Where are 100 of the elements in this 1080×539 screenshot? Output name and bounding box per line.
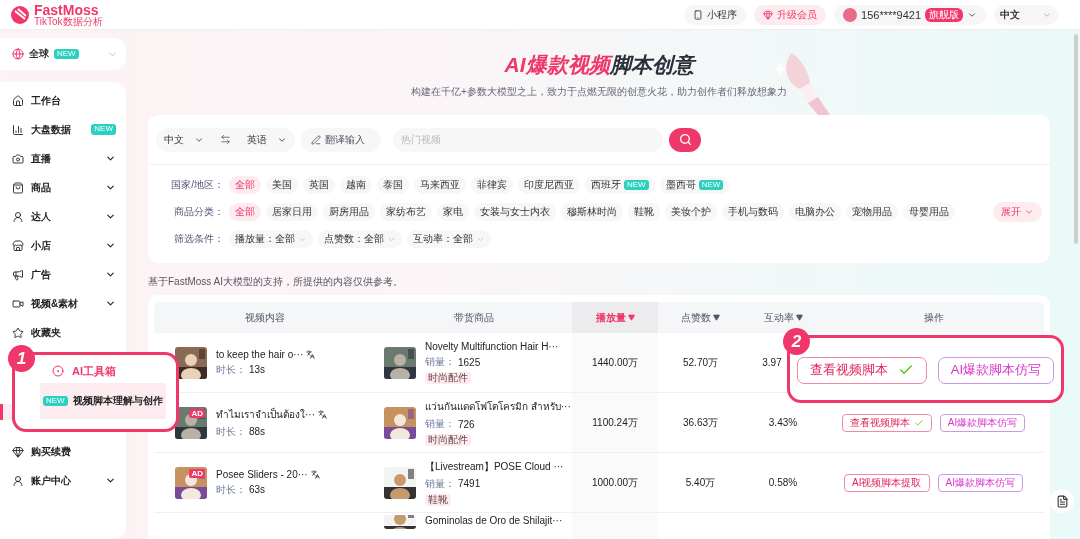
- video-icon: [12, 297, 24, 310]
- filter-chip[interactable]: 穆斯林时尚: [561, 203, 623, 221]
- filter-label: 筛选条件：: [173, 232, 224, 246]
- sidebar-item-label: 小店: [31, 238, 51, 253]
- search-button[interactable]: [669, 127, 701, 152]
- sidebar-item[interactable]: 直播: [0, 144, 126, 173]
- filter-chip[interactable]: 西班牙 NEW: [585, 176, 655, 194]
- filter-chip[interactable]: 手机与数码: [722, 203, 784, 221]
- camera-icon: [12, 152, 24, 165]
- sales: 1625: [458, 356, 481, 368]
- document-icon: [1055, 494, 1069, 508]
- column-header[interactable]: 点赞数: [658, 302, 743, 333]
- person-icon: [12, 474, 24, 487]
- filter-chip[interactable]: 马来西亚: [414, 176, 466, 194]
- logo-tagline: TikTok数据分析: [34, 16, 103, 27]
- logo-name: FastMoss: [34, 2, 99, 17]
- product-title[interactable]: 【Livestream】POSE Cloud ···: [425, 459, 564, 474]
- translate-input-button[interactable]: 翻译输入: [301, 127, 381, 152]
- filter-chip[interactable]: 鞋靴: [628, 203, 660, 221]
- filter-chip[interactable]: 居家日用: [266, 203, 318, 221]
- filter-chip[interactable]: 美国: [266, 176, 298, 194]
- ad-badge: AD: [189, 468, 205, 478]
- sidebar-item-label: 工作台: [31, 93, 61, 108]
- source-language-select[interactable]: 中文: [164, 132, 204, 147]
- product-title[interactable]: แว่นกันแดดโฟโตโครมิก สำหรับ···: [425, 399, 571, 414]
- filter-chip[interactable]: 泰国: [377, 176, 409, 194]
- filter-dropdown[interactable]: 互动率：全部: [407, 230, 491, 248]
- column-header: 操作: [922, 310, 945, 325]
- engagement-rate: 0.58%: [768, 477, 798, 488]
- filter-chip[interactable]: 美妆个护: [665, 203, 717, 221]
- user-menu[interactable]: 156****9421 旗舰版: [834, 4, 986, 25]
- duration: 88s: [249, 426, 266, 437]
- filter-chip[interactable]: 女装与女士内衣: [474, 203, 556, 221]
- product-title[interactable]: Novelty Multifunction Hair H···: [425, 341, 559, 352]
- video-script-button[interactable]: 查看视频脚本: [841, 413, 932, 432]
- filter-label: 国家/地区：: [170, 178, 224, 192]
- filter-chip[interactable]: 家电: [437, 203, 469, 221]
- sidebar-item[interactable]: 工作台: [0, 86, 126, 115]
- video-title[interactable]: ทำไมเราจำเป็นต้องใ···: [216, 406, 315, 422]
- swap-icon[interactable]: [220, 134, 231, 145]
- region-label: 全球: [29, 47, 49, 61]
- sidebar-item-label: 收藏夹: [31, 325, 61, 340]
- imitate-script-button[interactable]: AI爆款脚本仿写: [937, 473, 1023, 492]
- sidebar-item[interactable]: 小店: [0, 231, 126, 260]
- scrollbar[interactable]: [1074, 34, 1078, 244]
- filter-chip[interactable]: 墨西哥 NEW: [659, 176, 730, 194]
- imitate-script-button[interactable]: AI爆款脚本仿写: [939, 413, 1026, 432]
- translate-icon[interactable]: [306, 349, 316, 359]
- sidebar-item[interactable]: 广告: [0, 260, 126, 289]
- filter-dropdown[interactable]: 点赞数：全部: [318, 230, 402, 248]
- menu-item[interactable]: NEW 视频脚本理解与创作: [40, 383, 166, 419]
- language-select[interactable]: 中文: [994, 4, 1058, 25]
- sidebar-item[interactable]: 账户中心: [0, 466, 126, 495]
- target-language-select[interactable]: 英语: [247, 132, 287, 147]
- table-cell: 1000.00万: [572, 453, 658, 512]
- filter-chip[interactable]: 厨房用品: [323, 203, 375, 221]
- sidebar-item[interactable]: 收藏夹: [0, 318, 126, 347]
- filter-chip[interactable]: 越南: [340, 176, 372, 194]
- translate-icon[interactable]: [310, 469, 320, 479]
- sidebar-item[interactable]: 达人: [0, 202, 126, 231]
- video-script-button[interactable]: AI视频脚本提取: [844, 473, 930, 492]
- gem-icon: [12, 445, 24, 458]
- hero-subtitle: 构建在千亿+参数大模型之上，致力于点燃无限的创意火花，助力创作者们释放想象力: [411, 84, 787, 99]
- region-select[interactable]: 全球 NEW: [0, 38, 126, 70]
- product-title[interactable]: Gominolas de Oro de Shilajit···: [425, 515, 563, 526]
- sidebar-item[interactable]: 商品: [0, 173, 126, 202]
- engagement-rate: 3.43%: [768, 417, 798, 428]
- filter-dropdown[interactable]: 播放量：全部: [229, 230, 313, 248]
- ad-badge: AD: [189, 408, 205, 418]
- filter-chip[interactable]: 印度尼西亚: [518, 176, 580, 194]
- home-icon: [12, 94, 24, 107]
- disclaimer: 基于FastMoss AI大模型的支持，所提供的内容仅供参考。: [148, 275, 404, 289]
- filter-chip[interactable]: 家纺布艺: [380, 203, 432, 221]
- imitate-script-button[interactable]: AI爆款脚本仿写: [937, 356, 1055, 384]
- new-badge: NEW: [624, 179, 649, 191]
- sidebar-item[interactable]: 大盘数据 NEW: [0, 115, 126, 144]
- sales-label: 销量：: [425, 476, 455, 491]
- translate-icon[interactable]: [318, 409, 327, 419]
- video-script-button[interactable]: 查看视频脚本: [796, 356, 927, 384]
- person-icon: [12, 210, 24, 223]
- sales-label: 销量：: [425, 417, 455, 431]
- avatar: [843, 7, 858, 22]
- filter-label: 商品分类：: [173, 205, 224, 219]
- duration: 13s: [249, 364, 266, 375]
- filter-chip[interactable]: 宠物用品: [846, 203, 898, 221]
- video-title[interactable]: Posee Sliders - 20···: [216, 468, 308, 480]
- sidebar-item[interactable]: 购买续费: [0, 437, 126, 466]
- mini-program-button[interactable]: 小程序: [684, 4, 747, 25]
- filter-chip[interactable]: 英国: [303, 176, 335, 194]
- filter-chip[interactable]: 母婴用品: [903, 203, 955, 221]
- filter-chip[interactable]: 电脑办公: [789, 203, 841, 221]
- column-header: 带货商品: [453, 310, 495, 325]
- filter-chip[interactable]: 菲律宾: [471, 176, 513, 194]
- column-header: 视频内容: [244, 310, 286, 325]
- video-title[interactable]: to keep the hair o···: [216, 348, 304, 360]
- sidebar-item-label: 视频&素材: [31, 296, 79, 311]
- sidebar-item[interactable]: 视频&素材: [0, 289, 126, 318]
- search-icon: [678, 133, 692, 146]
- duration-label: 时长：: [216, 482, 246, 497]
- table-cell: 1440.00万: [572, 333, 658, 392]
